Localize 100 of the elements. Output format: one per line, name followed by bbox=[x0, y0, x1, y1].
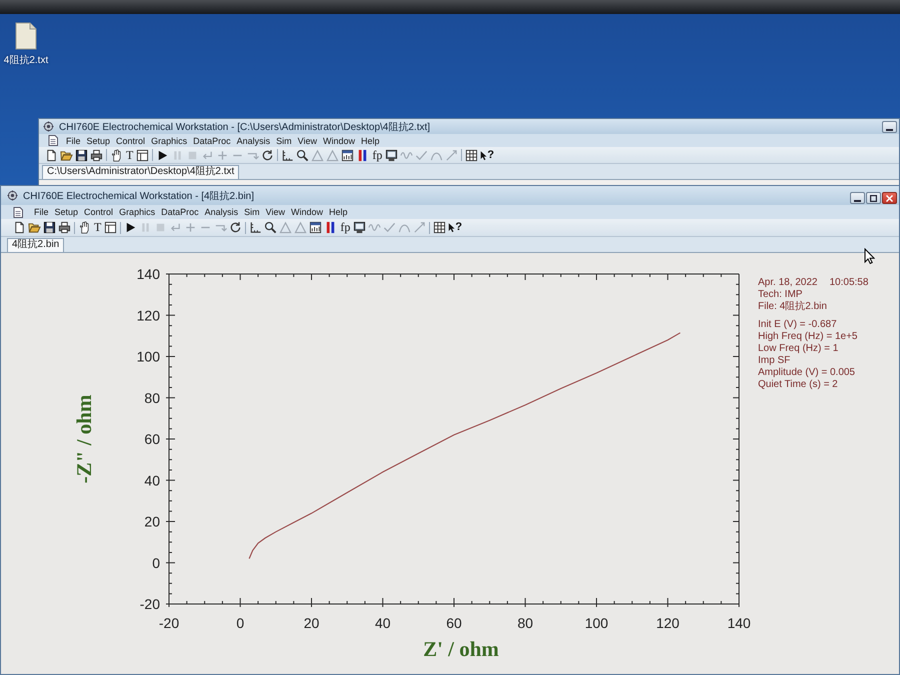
parameter-line: Amplitude (V) = 0.005 bbox=[758, 367, 856, 379]
monitor-icon[interactable] bbox=[353, 221, 366, 234]
pointer-icon bbox=[480, 150, 488, 160]
x-tick-label: 20 bbox=[304, 615, 320, 631]
pointer-icon bbox=[448, 222, 456, 233]
minimize-button[interactable] bbox=[850, 192, 865, 204]
toolbar-button[interactable]: fp bbox=[371, 148, 384, 162]
parameter-line: Low Freq (Hz) = 1 bbox=[758, 343, 840, 355]
minimize-button[interactable] bbox=[882, 121, 897, 133]
parameter-line: Quiet Time (s) = 2 bbox=[758, 379, 839, 391]
x-tick-label: 80 bbox=[517, 615, 534, 631]
y-axis-title: -Z" / ohm bbox=[72, 394, 96, 484]
zoom-icon[interactable] bbox=[296, 148, 310, 162]
printer-icon[interactable] bbox=[90, 148, 103, 162]
menu-item[interactable]: DataProc bbox=[190, 134, 234, 146]
parameter-line: Imp SF bbox=[758, 355, 792, 367]
toolbar-button[interactable]: T bbox=[125, 148, 134, 162]
file-label: 4阻抗2.txt bbox=[4, 54, 48, 67]
y-tick-label: 80 bbox=[144, 390, 160, 406]
info-line: File: 4阻抗2.bin bbox=[758, 301, 828, 313]
layout-icon[interactable] bbox=[104, 221, 118, 234]
menu-item[interactable]: Help bbox=[326, 206, 351, 218]
axes-icon[interactable] bbox=[249, 221, 262, 234]
minimize-icon bbox=[854, 200, 861, 202]
refresh-icon[interactable] bbox=[261, 148, 274, 162]
y-tick-label: 20 bbox=[144, 514, 160, 530]
y-tick-label: 40 bbox=[144, 472, 160, 488]
new-file-icon[interactable] bbox=[13, 221, 26, 234]
folder-icon[interactable] bbox=[28, 221, 41, 234]
y-tick-label: 100 bbox=[136, 348, 160, 364]
run-date: Apr. 18, 2022 bbox=[758, 277, 818, 289]
menu-item[interactable]: Help bbox=[358, 134, 383, 146]
window-title: CHI760E Electrochemical Workstation - [C:\Users\Administrator\Desktop\4阻抗2.txt] bbox=[59, 120, 430, 134]
parameter-line: High Freq (Hz) = 1e+5 bbox=[758, 331, 858, 343]
save-icon[interactable] bbox=[43, 221, 56, 234]
toolbar-button[interactable]: fp bbox=[339, 221, 352, 234]
x-tick-label: 60 bbox=[446, 615, 462, 631]
mouse-pointer-icon bbox=[864, 248, 875, 265]
window-title: CHI760E Electrochemical Workstation - [4阻抗2.bin] bbox=[23, 190, 254, 202]
x-tick-label: 40 bbox=[374, 615, 391, 631]
zoom-icon[interactable] bbox=[264, 221, 278, 234]
menu-item[interactable]: DataProc bbox=[158, 206, 202, 218]
menu-item[interactable]: Sim bbox=[241, 206, 263, 218]
printer-icon[interactable] bbox=[58, 221, 71, 234]
x-tick-label: 120 bbox=[656, 615, 680, 631]
grid-icon[interactable] bbox=[465, 148, 478, 162]
chart-icon[interactable] bbox=[309, 221, 322, 234]
menu-item[interactable]: Window bbox=[320, 134, 358, 146]
x-axis-title: Z' / ohm bbox=[423, 637, 499, 661]
play-icon[interactable] bbox=[124, 221, 138, 234]
save-icon[interactable] bbox=[75, 148, 88, 162]
maximize-icon bbox=[870, 194, 877, 202]
document-icon[interactable] bbox=[13, 206, 24, 218]
minimize-icon bbox=[886, 128, 893, 130]
menu-item[interactable]: Control bbox=[113, 134, 148, 146]
folder-icon[interactable] bbox=[60, 148, 73, 162]
chart-icon[interactable] bbox=[341, 148, 354, 162]
grid-icon[interactable] bbox=[433, 221, 446, 234]
close-icon bbox=[886, 194, 893, 202]
refresh-icon[interactable] bbox=[229, 221, 242, 234]
help-button[interactable]: ? bbox=[448, 221, 462, 234]
x-tick-label: 140 bbox=[727, 615, 751, 631]
menu-item[interactable]: Setup bbox=[84, 134, 114, 146]
menu-item[interactable]: Setup bbox=[52, 206, 82, 218]
toolbar-button[interactable]: T bbox=[93, 221, 102, 234]
menu-item[interactable]: Window bbox=[288, 206, 326, 218]
axes-icon[interactable] bbox=[281, 148, 294, 162]
menu-item[interactable]: Graphics bbox=[116, 206, 158, 218]
maximize-button[interactable] bbox=[866, 192, 881, 204]
document-icon[interactable] bbox=[48, 135, 59, 146]
close-button[interactable] bbox=[882, 192, 897, 204]
parameter-line: Init E (V) = -0.687 bbox=[758, 319, 838, 331]
y-tick-label: -20 bbox=[140, 596, 160, 612]
hand-icon[interactable] bbox=[78, 221, 91, 234]
app-icon[interactable] bbox=[7, 190, 18, 201]
layout-icon[interactable] bbox=[136, 148, 150, 162]
monitor-icon[interactable] bbox=[385, 148, 398, 162]
y-tick-label: 120 bbox=[136, 307, 160, 324]
menu-item[interactable]: Graphics bbox=[148, 134, 190, 146]
menu-item[interactable]: Control bbox=[81, 206, 116, 218]
x-tick-label: 0 bbox=[236, 615, 244, 631]
info-line: Tech: IMP bbox=[758, 289, 804, 300]
y-tick-label: 60 bbox=[144, 431, 160, 447]
document-tab[interactable]: C:\Users\Administrator\Desktop\4阻抗2.txt bbox=[42, 165, 240, 179]
y-tick-label: 140 bbox=[136, 266, 160, 282]
x-tick-label: -20 bbox=[158, 615, 180, 631]
menu-item[interactable]: File bbox=[63, 134, 84, 146]
menu-item[interactable]: File bbox=[31, 206, 52, 218]
menu-item[interactable]: Analysis bbox=[202, 206, 242, 218]
document-tab[interactable]: 4阻抗2.bin bbox=[7, 238, 64, 252]
hand-icon[interactable] bbox=[110, 148, 123, 162]
menu-item[interactable]: Analysis bbox=[234, 134, 274, 146]
new-file-icon[interactable] bbox=[45, 148, 58, 162]
menu-item[interactable]: View bbox=[262, 206, 288, 218]
file-icon[interactable] bbox=[15, 22, 37, 50]
menu-item[interactable]: Sim bbox=[273, 134, 295, 146]
menu-item[interactable]: View bbox=[294, 134, 320, 146]
app-icon[interactable] bbox=[43, 121, 54, 132]
help-button[interactable]: ? bbox=[480, 148, 494, 162]
y-tick-label: 0 bbox=[152, 554, 160, 571]
